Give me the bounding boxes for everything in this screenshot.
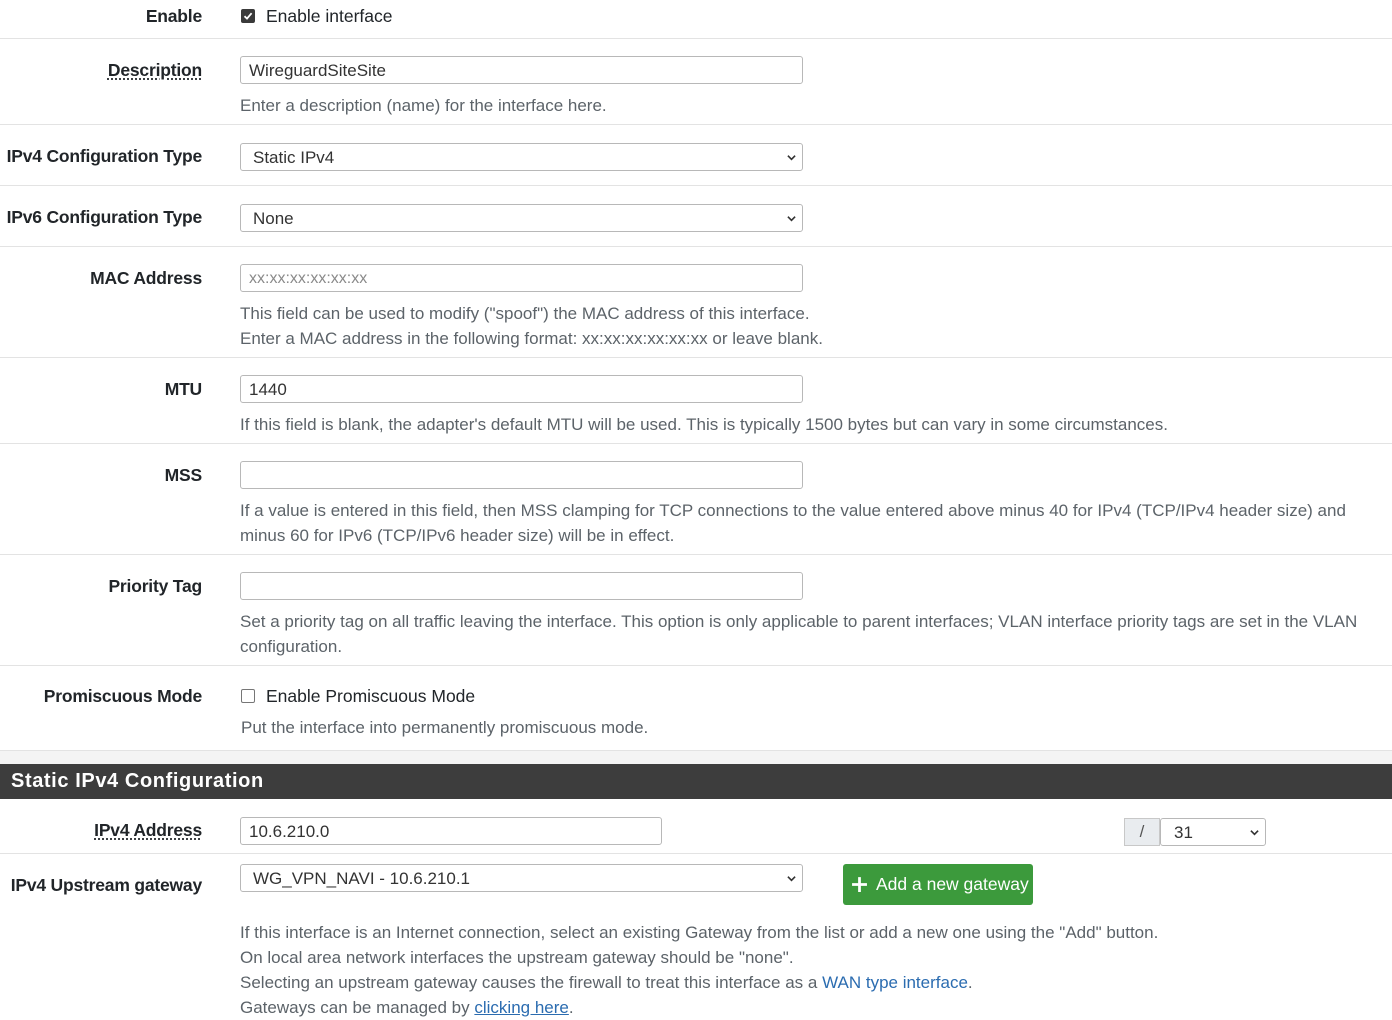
gateway-help-3-end: . — [967, 973, 973, 992]
promisc-checkbox[interactable] — [241, 689, 255, 703]
gateway-help-4-text: Gateways can be managed by — [240, 998, 475, 1017]
ipv4-type-select[interactable]: Static IPv4 — [240, 143, 803, 171]
add-gateway-button[interactable]: Add a new gateway — [843, 864, 1033, 905]
enable-label: Enable — [145, 6, 202, 26]
gateway-help-4: Gateways can be managed by clicking here… — [240, 995, 574, 1020]
row-mac: MAC Address xx:xx:xx:xx:xx:xx This field… — [0, 247, 1392, 358]
row-enable: Enable Enable interface — [0, 0, 1392, 39]
check-icon — [243, 12, 253, 20]
description-help: Enter a description (name) for the inter… — [240, 96, 607, 115]
row-mss: MSS If a value is entered in this field,… — [0, 444, 1392, 555]
ipv6-type-label: IPv6 Configuration Type — [6, 207, 203, 227]
ipv4-type-label: IPv4 Configuration Type — [6, 146, 203, 166]
ipv4-gateway-select[interactable]: WG_VPN_NAVI - 10.6.210.1 — [240, 864, 803, 892]
priority-label: Priority Tag — [108, 576, 202, 596]
plus-icon — [852, 877, 867, 892]
gateway-help-3: Selecting an upstream gateway causes the… — [240, 970, 973, 995]
ipv4-gateway-label: IPv4 Upstream gateway — [10, 875, 203, 895]
mtu-input[interactable]: 1440 — [240, 375, 803, 403]
ipv6-type-select[interactable]: None — [240, 204, 803, 232]
ipv4-address-label: IPv4 Address — [94, 820, 202, 840]
chevron-down-icon — [787, 216, 796, 222]
ipv4-address-input[interactable]: 10.6.210.0 — [240, 817, 662, 845]
mss-help-1: If a value is entered in this field, the… — [240, 501, 1346, 520]
wan-type-interface-link[interactable]: WAN type interface — [822, 973, 968, 992]
ipv4-gateway-value: WG_VPN_NAVI - 10.6.210.1 — [253, 869, 471, 888]
promisc-checkbox-label[interactable]: Enable Promiscuous Mode — [266, 686, 475, 707]
row-ipv6-type: IPv6 Configuration Type None — [0, 186, 1392, 247]
mss-label: MSS — [164, 465, 203, 485]
promisc-help: Put the interface into permanently promi… — [241, 718, 649, 737]
gateway-help-3-text: Selecting an upstream gateway causes the… — [240, 973, 823, 992]
priority-input[interactable] — [240, 572, 803, 600]
gateway-help-4-end: . — [568, 998, 574, 1017]
cidr-value: 31 — [1174, 823, 1193, 842]
enable-checkbox-label[interactable]: Enable interface — [266, 6, 392, 27]
manage-gateways-link[interactable]: clicking here — [474, 998, 569, 1017]
gateway-help-1: If this interface is an Internet connect… — [240, 923, 1159, 942]
mtu-label: MTU — [164, 379, 203, 399]
mss-input[interactable] — [240, 461, 803, 489]
ipv6-type-value: None — [253, 209, 294, 228]
promisc-label: Promiscuous Mode — [43, 686, 202, 706]
row-description: Description WireguardSiteSite Enter a de… — [0, 39, 1392, 125]
cidr-select[interactable]: 31 — [1160, 818, 1266, 846]
chevron-down-icon — [787, 155, 796, 161]
cidr-slash: / — [1124, 818, 1160, 846]
row-ipv4-address: IPv4 Address 10.6.210.0 / 31 — [0, 800, 1392, 854]
row-promisc: Promiscuous Mode Enable Promiscuous Mode… — [0, 666, 1392, 750]
section-static-ipv4-title: Static IPv4 Configuration — [0, 764, 1392, 799]
row-ipv4-gateway: IPv4 Upstream gateway WG_VPN_NAVI - 10.6… — [0, 854, 1392, 1017]
priority-help-2: configuration. — [240, 637, 343, 656]
row-mtu: MTU 1440 If this field is blank, the ada… — [0, 358, 1392, 444]
ipv4-type-value: Static IPv4 — [253, 148, 335, 167]
chevron-down-icon — [787, 876, 796, 882]
chevron-down-icon — [1250, 830, 1259, 836]
priority-help-1: Set a priority tag on all traffic leavin… — [240, 612, 1358, 631]
mac-input[interactable]: xx:xx:xx:xx:xx:xx — [240, 264, 803, 292]
panel-separator — [0, 750, 1392, 765]
mac-help-2: Enter a MAC address in the following for… — [240, 329, 823, 348]
mss-help-2: minus 60 for IPv6 (TCP/IPv6 header size)… — [240, 526, 675, 545]
mtu-help: If this field is blank, the adapter's de… — [240, 415, 1168, 434]
enable-checkbox[interactable] — [241, 9, 255, 23]
mac-help-1: This field can be used to modify ("spoof… — [240, 304, 810, 323]
row-priority: Priority Tag Set a priority tag on all t… — [0, 555, 1392, 666]
description-label: Description — [107, 60, 202, 80]
row-ipv4-type: IPv4 Configuration Type Static IPv4 — [0, 125, 1392, 186]
description-input[interactable]: WireguardSiteSite — [240, 56, 803, 84]
mac-label: MAC Address — [90, 268, 202, 288]
gateway-help-2: On local area network interfaces the ups… — [240, 948, 794, 967]
add-gateway-button-label: Add a new gateway — [876, 874, 1029, 894]
